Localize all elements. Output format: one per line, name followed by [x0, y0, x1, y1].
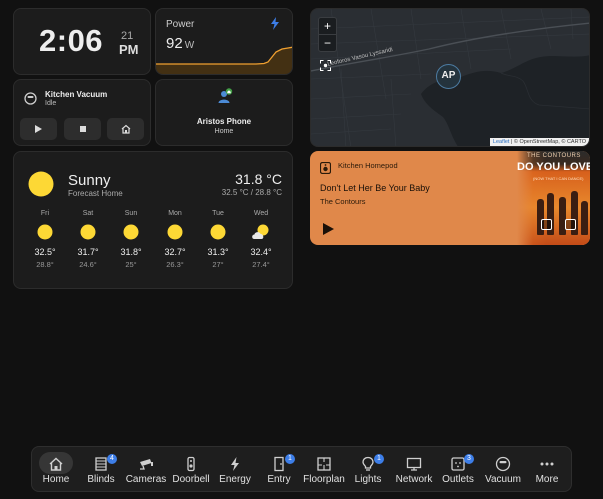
sun-icon	[37, 224, 53, 240]
forecast-day: Sat 31.7° 24.6°	[77, 210, 99, 269]
map-card[interactable]: + − Leoforos Vasou Lyssaridi AP Leaflet …	[310, 8, 590, 147]
power-label: Power	[166, 19, 195, 30]
robot-vacuum-icon	[24, 92, 37, 110]
clock-card: 2:06 21 PM	[13, 8, 151, 75]
zoom-out-button[interactable]: −	[319, 34, 336, 51]
forecast-day: Tue 31.3° 27°	[207, 210, 229, 269]
floorplan-icon	[316, 456, 332, 472]
play-icon	[323, 223, 334, 235]
sun-icon	[167, 224, 183, 240]
weather-card[interactable]: Sunny Forecast Home 31.8 °C 32.5 °C / 28…	[13, 151, 293, 289]
phone-name: Aristos Phone	[196, 117, 252, 126]
weather-temperature: 31.8 °C	[235, 171, 282, 187]
nav-item-outlets[interactable]: 3 Outlets	[436, 453, 480, 487]
nav-item-blinds[interactable]: 4 Blinds	[79, 453, 123, 487]
blinds-icon: 4	[93, 454, 117, 472]
power-graph	[156, 46, 292, 74]
home-dock-icon	[121, 124, 130, 134]
vacuum-start-button[interactable]	[20, 118, 57, 140]
clock-seconds: 21	[121, 30, 134, 42]
nav-item-entry[interactable]: 1 Entry	[257, 453, 301, 487]
vacuum-state: Idle	[45, 100, 57, 107]
nav-item-lights[interactable]: 1 Lights	[346, 453, 390, 487]
nav-item-energy[interactable]: Energy	[213, 453, 257, 487]
play-button[interactable]	[323, 222, 334, 240]
phone-card[interactable]: Aristos Phone Home	[155, 79, 293, 146]
robot-vacuum-icon	[495, 456, 511, 472]
partly-cloudy-icon	[252, 224, 269, 239]
nav-item-more[interactable]: More	[525, 453, 569, 487]
vacuum-dock-button[interactable]	[107, 118, 144, 140]
media-card[interactable]: Kitchen Homepod Don't Let Her Be Your Ba…	[310, 151, 590, 245]
person-marker[interactable]: AP	[436, 64, 461, 89]
sun-icon	[210, 224, 226, 240]
lights-badge: 1	[374, 454, 384, 464]
media-player-name: Kitchen Homepod	[338, 161, 398, 170]
bulb-icon: 1	[360, 454, 384, 472]
nav-item-cameras[interactable]: Cameras	[124, 453, 168, 487]
vacuum-card[interactable]: Kitchen Vacuum Idle	[13, 79, 151, 146]
blinds-badge: 4	[107, 454, 117, 464]
map-zoom-control: + −	[318, 17, 337, 52]
nav-item-network[interactable]: Network	[392, 453, 436, 487]
person-home-icon	[217, 88, 233, 111]
home-icon	[39, 452, 73, 474]
lightning-icon	[270, 17, 280, 35]
nav-item-doorbell[interactable]: Doorbell	[169, 453, 213, 487]
clock-time: 2:06	[39, 23, 104, 58]
nav-item-vacuum[interactable]: Vacuum	[481, 453, 525, 487]
outlet-icon: 3	[450, 454, 474, 472]
weather-range: 32.5 °C / 28.8 °C	[221, 188, 282, 197]
clock-ampm: PM	[119, 42, 139, 57]
forecast-day: Fri 32.5° 28.8°	[34, 210, 56, 269]
media-artist: The Contours	[320, 197, 366, 206]
monitor-icon	[406, 456, 422, 472]
nav-item-floorplan[interactable]: Floorplan	[302, 453, 346, 487]
sun-icon	[28, 171, 54, 197]
bottom-navigation: Home 4 Blinds Cameras Doorbell Energy 1 …	[31, 446, 572, 492]
speaker-icon	[319, 161, 332, 179]
play-icon	[35, 125, 42, 133]
map-attribution: Leaflet | © OpenStreetMap, © CARTO	[489, 138, 589, 146]
cctv-icon	[138, 456, 154, 472]
media-source-icon[interactable]	[541, 219, 552, 230]
sun-icon	[123, 224, 139, 240]
forecast-day: Wed 32.4° 27.4°	[250, 210, 272, 269]
doorbell-icon	[183, 456, 199, 472]
weather-condition: Sunny	[68, 172, 111, 189]
phone-state: Home	[214, 128, 234, 135]
media-title: Don't Let Her Be Your Baby	[320, 183, 430, 193]
door-icon: 1	[271, 454, 295, 472]
leaflet-link[interactable]: Leaflet	[493, 139, 510, 145]
zoom-in-button[interactable]: +	[319, 18, 336, 34]
outlets-badge: 3	[464, 454, 474, 464]
stop-icon	[79, 126, 86, 132]
vacuum-name: Kitchen Vacuum	[45, 90, 108, 99]
weather-subtitle: Forecast Home	[68, 189, 123, 198]
dots-icon	[539, 456, 555, 472]
power-card[interactable]: Power 92 W	[155, 8, 293, 75]
entry-badge: 1	[285, 454, 295, 464]
lightning-icon	[227, 456, 243, 472]
vacuum-stop-button[interactable]	[64, 118, 101, 140]
sun-icon	[80, 224, 96, 240]
forecast-day: Sun 31.8° 25°	[120, 210, 142, 269]
nav-item-home[interactable]: Home	[34, 452, 78, 487]
forecast-day: Mon 32.7° 26.3°	[164, 210, 186, 269]
media-output-icon[interactable]	[565, 219, 576, 230]
album-art: THE CONTOURS DO YOU LOVE ME (NOW THAT I …	[517, 151, 590, 245]
